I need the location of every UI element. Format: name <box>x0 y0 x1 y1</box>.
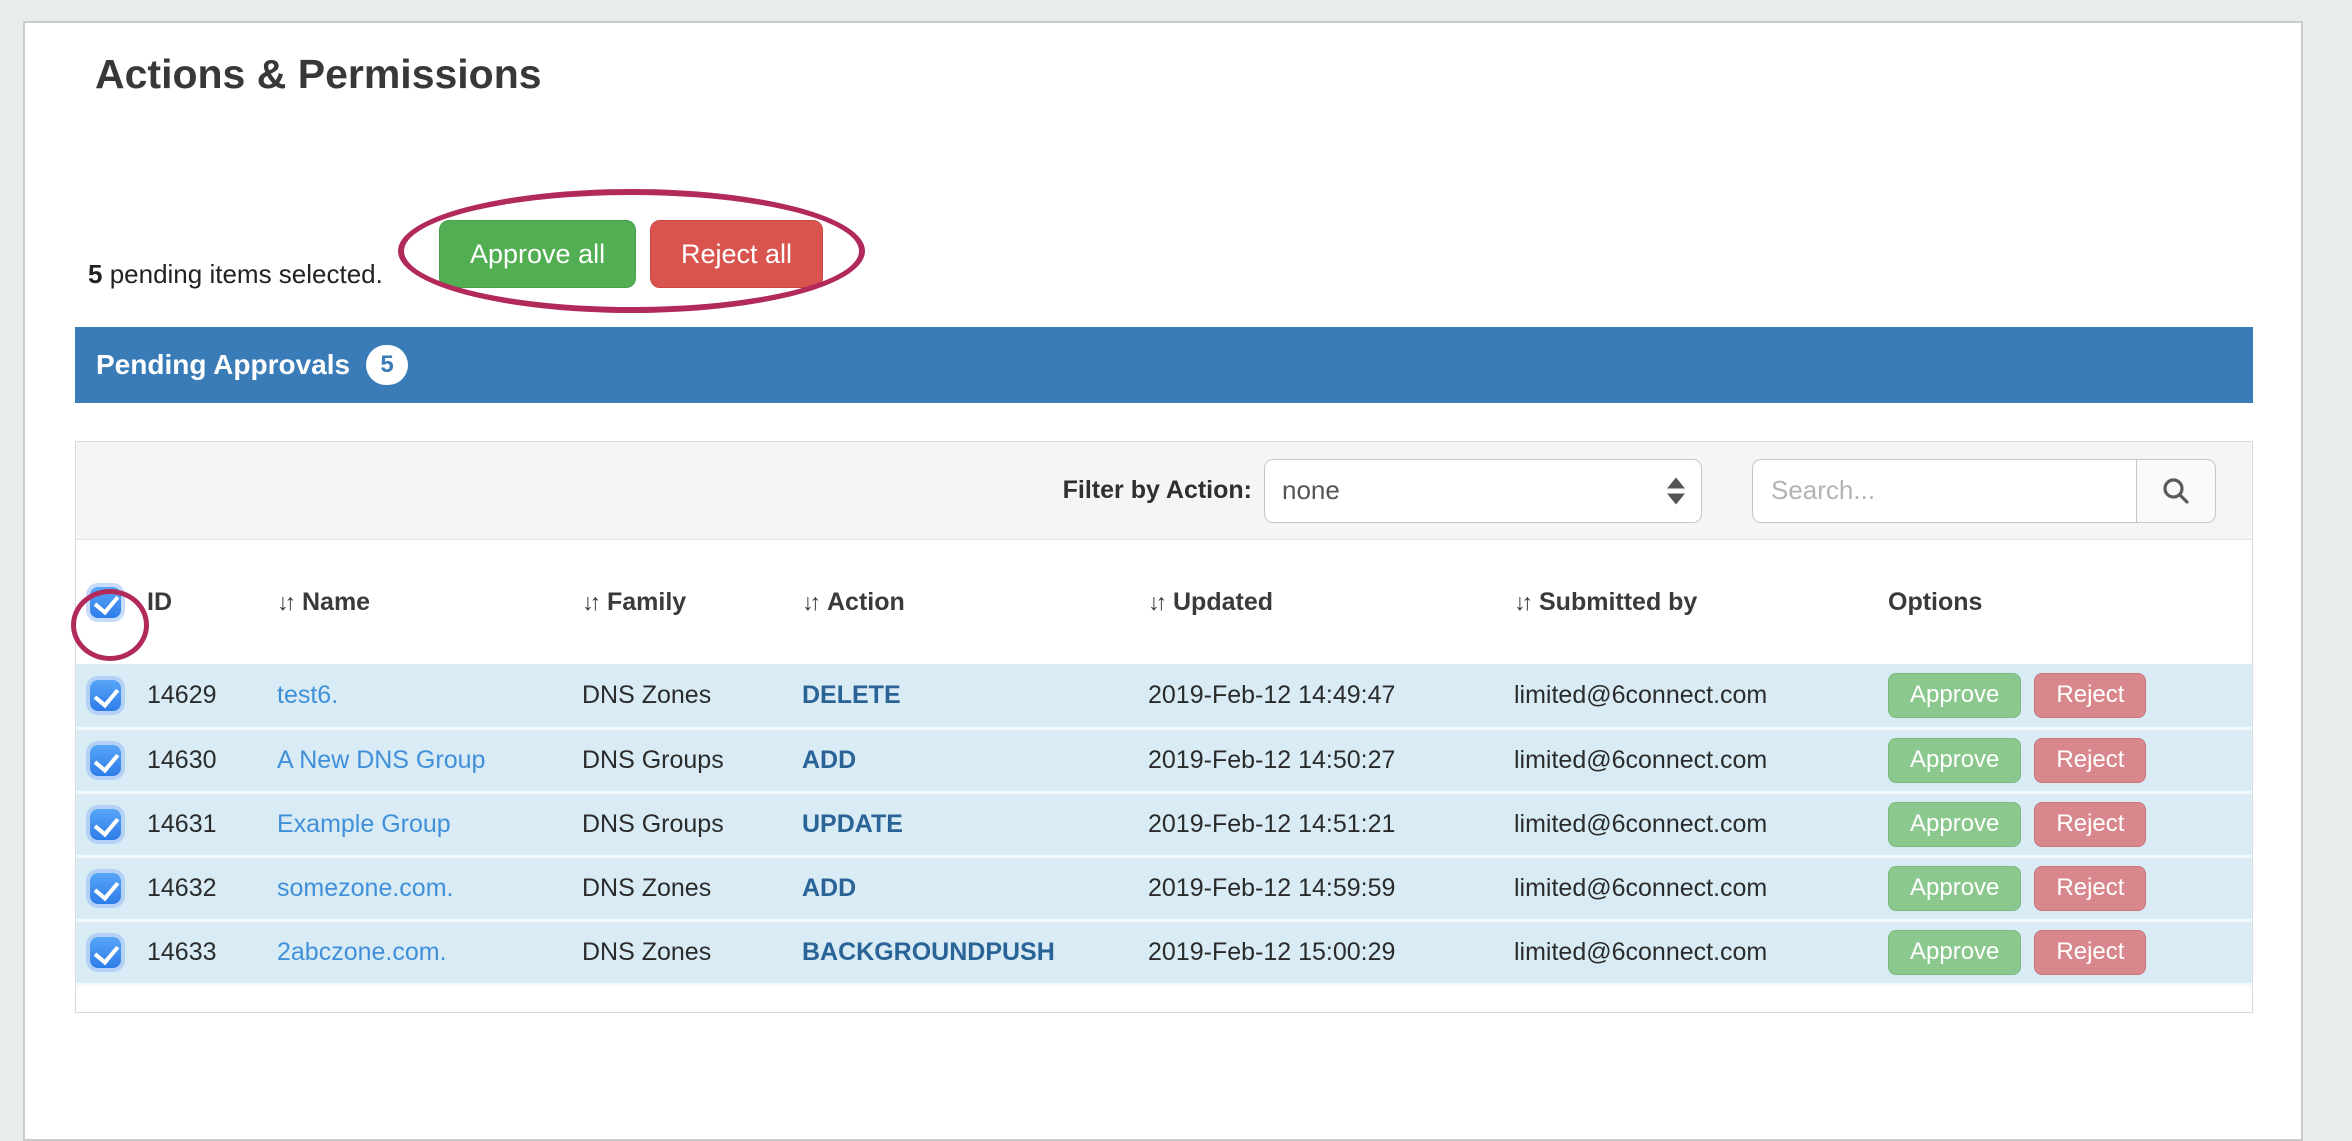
row-submitted-by: limited@6connect.com <box>1506 920 1881 984</box>
reject-all-button[interactable]: Reject all <box>650 220 823 288</box>
row-family: DNS Zones <box>576 664 796 728</box>
select-all-checkbox[interactable] <box>90 587 121 618</box>
row-reject-button[interactable]: Reject <box>2034 673 2146 718</box>
pending-selected-text: 5 pending items selected. <box>88 259 383 290</box>
row-submitted-by: limited@6connect.com <box>1506 792 1881 856</box>
table-row: 14630 A New DNS Group DNS Groups ADD 201… <box>76 728 2252 792</box>
search-group <box>1752 459 2216 523</box>
sort-icon[interactable]: ↓↑ <box>277 589 292 615</box>
pending-approvals-panel: Filter by Action: none <box>75 441 2253 1013</box>
row-id: 14633 <box>138 920 271 984</box>
row-approve-button[interactable]: Approve <box>1888 673 2021 718</box>
row-approve-button[interactable]: Approve <box>1888 866 2021 911</box>
filter-by-action-label: Filter by Action: <box>1063 476 1252 505</box>
row-updated: 2019-Feb-12 15:00:29 <box>1141 920 1506 984</box>
row-reject-button[interactable]: Reject <box>2034 930 2146 975</box>
row-submitted-by: limited@6connect.com <box>1506 856 1881 920</box>
row-id: 14631 <box>138 792 271 856</box>
pending-approvals-header: Pending Approvals 5 <box>75 327 2253 403</box>
row-checkbox[interactable] <box>90 745 121 776</box>
row-name-link[interactable]: somezone.com. <box>277 874 453 902</box>
header-options: Options <box>1881 540 2252 664</box>
select-stepper-icon <box>1667 477 1685 504</box>
row-approve-button[interactable]: Approve <box>1888 738 2021 783</box>
search-icon <box>2160 475 2192 507</box>
row-updated: 2019-Feb-12 14:51:21 <box>1141 792 1506 856</box>
row-id: 14629 <box>138 664 271 728</box>
header-id: ID <box>138 540 271 664</box>
row-family: DNS Groups <box>576 792 796 856</box>
table-header-row: ID ↓↑Name ↓↑Family ↓↑Action ↓↑Updated ↓↑… <box>76 540 2252 664</box>
pending-selected-count: 5 <box>88 259 102 289</box>
row-family: DNS Zones <box>576 920 796 984</box>
row-checkbox[interactable] <box>90 937 121 968</box>
row-name-link[interactable]: test6. <box>277 681 338 709</box>
row-name-link[interactable]: Example Group <box>277 810 451 838</box>
main-card: Actions & Permissions 5 pending items se… <box>23 21 2303 1141</box>
approve-all-button[interactable]: Approve all <box>439 220 636 288</box>
header-submitted-by[interactable]: ↓↑Submitted by <box>1506 540 1881 664</box>
header-action[interactable]: ↓↑Action <box>796 540 1141 664</box>
sort-icon[interactable]: ↓↑ <box>802 589 817 615</box>
row-action-link[interactable]: UPDATE <box>802 810 903 838</box>
header-updated[interactable]: ↓↑Updated <box>1141 540 1506 664</box>
row-family: DNS Groups <box>576 728 796 792</box>
row-updated: 2019-Feb-12 14:49:47 <box>1141 664 1506 728</box>
row-name-link[interactable]: A New DNS Group <box>277 746 485 774</box>
row-action-link[interactable]: ADD <box>802 746 856 774</box>
header-family[interactable]: ↓↑Family <box>576 540 796 664</box>
table-row: 14632 somezone.com. DNS Zones ADD 2019-F… <box>76 856 2252 920</box>
pending-approvals-title: Pending Approvals <box>96 349 350 381</box>
header-name[interactable]: ↓↑Name <box>271 540 576 664</box>
pending-count-badge: 5 <box>366 345 408 385</box>
search-button[interactable] <box>2136 459 2216 523</box>
table-row: 14633 2abczone.com. DNS Zones BACKGROUND… <box>76 920 2252 984</box>
pending-approvals-table: ID ↓↑Name ↓↑Family ↓↑Action ↓↑Updated ↓↑… <box>76 540 2252 986</box>
row-approve-button[interactable]: Approve <box>1888 802 2021 847</box>
row-updated: 2019-Feb-12 14:59:59 <box>1141 856 1506 920</box>
pending-selected-label: pending items selected. <box>102 259 382 289</box>
row-action-link[interactable]: ADD <box>802 874 856 902</box>
row-action-link[interactable]: BACKGROUNDPUSH <box>802 938 1055 966</box>
row-approve-button[interactable]: Approve <box>1888 930 2021 975</box>
row-reject-button[interactable]: Reject <box>2034 866 2146 911</box>
row-reject-button[interactable]: Reject <box>2034 738 2146 783</box>
row-checkbox[interactable] <box>90 680 121 711</box>
row-submitted-by: limited@6connect.com <box>1506 728 1881 792</box>
search-input[interactable] <box>1752 459 2136 523</box>
row-reject-button[interactable]: Reject <box>2034 802 2146 847</box>
row-action-link[interactable]: DELETE <box>802 681 901 709</box>
sort-icon[interactable]: ↓↑ <box>582 589 597 615</box>
header-select-all-cell <box>76 540 138 664</box>
row-submitted-by: limited@6connect.com <box>1506 664 1881 728</box>
row-name-link[interactable]: 2abczone.com. <box>277 938 447 966</box>
table-row: 14629 test6. DNS Zones DELETE 2019-Feb-1… <box>76 664 2252 728</box>
row-id: 14630 <box>138 728 271 792</box>
row-id: 14632 <box>138 856 271 920</box>
sort-icon[interactable]: ↓↑ <box>1148 589 1163 615</box>
filter-bar: Filter by Action: none <box>76 442 2252 540</box>
sort-icon[interactable]: ↓↑ <box>1514 589 1529 615</box>
action-filter-select[interactable]: none <box>1264 459 1702 523</box>
action-filter-selected-value: none <box>1282 475 1340 506</box>
row-checkbox[interactable] <box>90 809 121 840</box>
page-title: Actions & Permissions <box>95 51 542 98</box>
table-row: 14631 Example Group DNS Groups UPDATE 20… <box>76 792 2252 856</box>
row-checkbox[interactable] <box>90 873 121 904</box>
row-updated: 2019-Feb-12 14:50:27 <box>1141 728 1506 792</box>
row-family: DNS Zones <box>576 856 796 920</box>
